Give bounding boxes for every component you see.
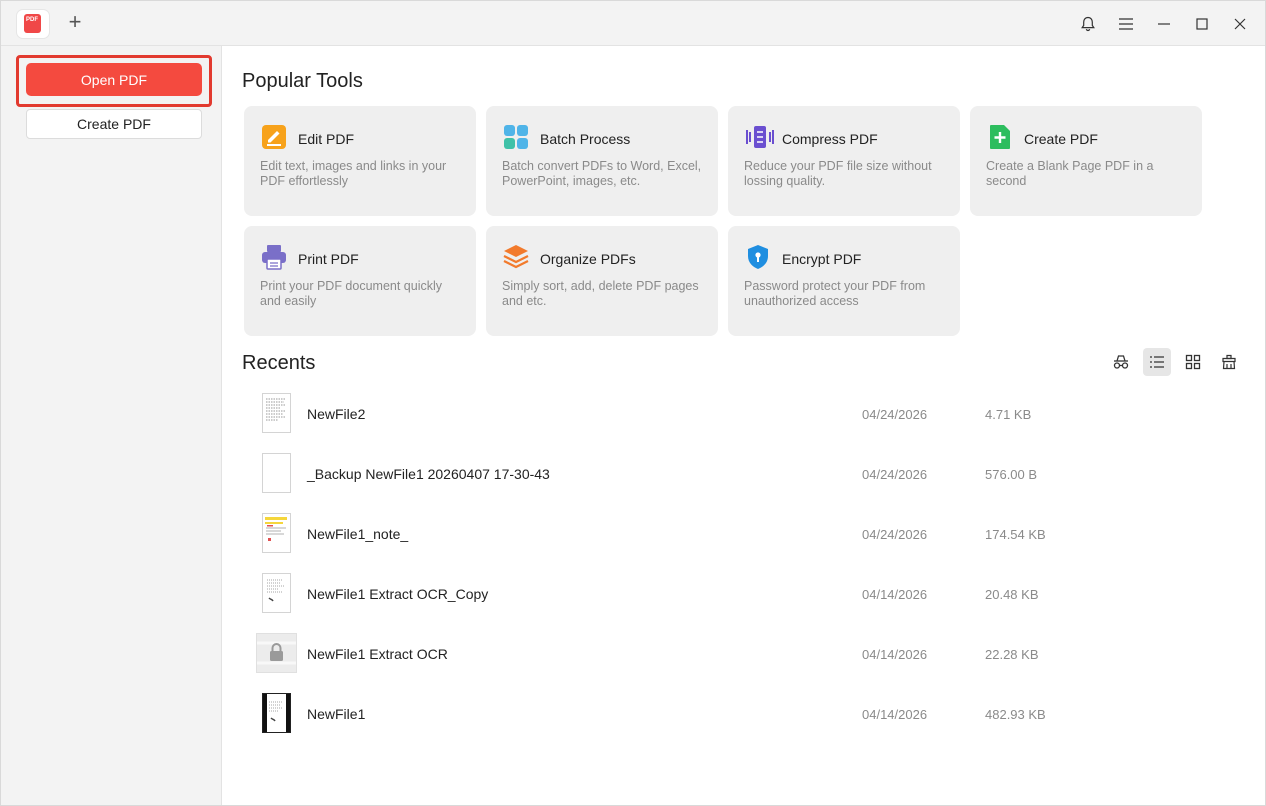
tool-card-encrypt-pdf[interactable]: Encrypt PDF Password protect your PDF fr… (728, 226, 960, 336)
edit-pdf-icon (261, 124, 287, 150)
tool-title: Print PDF (298, 251, 359, 267)
file-thumbnail (262, 393, 291, 433)
logo-text: PDF (26, 17, 38, 23)
open-pdf-button[interactable]: Open PDF (26, 63, 202, 96)
tool-title: Encrypt PDF (782, 251, 862, 267)
tool-desc: Simply sort, add, delete PDF pages and e… (502, 279, 699, 308)
tool-desc: Password protect your PDF from unauthori… (744, 279, 926, 308)
file-date: 04/24/2026 (862, 527, 928, 542)
file-date: 04/14/2026 (862, 587, 928, 602)
organize-pdfs-icon (503, 244, 529, 270)
pdf-logo-icon: PDF (24, 14, 41, 33)
sidebar: Open PDF Create PDF (1, 46, 222, 805)
app-logo: PDF (17, 10, 49, 38)
file-name: NewFile2 (307, 406, 366, 422)
file-thumbnail (262, 513, 291, 553)
batch-process-icon (503, 124, 529, 150)
close-icon[interactable] (1229, 13, 1251, 35)
file-name: _Backup NewFile1 20260407 17-30-43 (307, 466, 550, 482)
file-size: 576.00 B (985, 467, 1038, 482)
tool-desc: Batch convert PDFs to Word, Excel, Power… (502, 159, 702, 188)
file-name: NewFile1 (307, 706, 366, 722)
tool-desc: Create a Blank Page PDF in a second (986, 159, 1154, 188)
file-thumbnail (262, 693, 291, 733)
file-size: 4.71 KB (985, 407, 1032, 422)
minimize-icon[interactable] (1153, 13, 1175, 35)
recent-file-row[interactable]: NewFile2 04/24/2026 4.71 KB (242, 387, 1242, 447)
tool-desc: Print your PDF document quickly and easi… (260, 279, 443, 308)
create-pdf-icon (987, 124, 1013, 150)
tool-title: Organize PDFs (540, 251, 636, 267)
create-pdf-button[interactable]: Create PDF (26, 109, 202, 139)
file-thumbnail (262, 573, 291, 613)
file-size: 174.54 KB (985, 527, 1046, 542)
tool-title: Edit PDF (298, 131, 355, 147)
tool-card-edit-pdf[interactable]: Edit PDF Edit text, images and links in … (244, 106, 476, 216)
recent-file-row[interactable]: NewFile1 04/14/2026 482.93 KB (242, 687, 1242, 747)
menu-icon[interactable] (1115, 13, 1137, 35)
file-name: NewFile1_note_ (307, 526, 409, 542)
tool-card-batch-process[interactable]: Batch Process Batch convert PDFs to Word… (486, 106, 718, 216)
file-size: 20.48 KB (985, 587, 1039, 602)
print-pdf-icon (261, 244, 287, 270)
file-date: 04/24/2026 (862, 467, 928, 482)
popular-tools-heading: Popular Tools (242, 70, 363, 92)
bell-icon[interactable] (1077, 13, 1099, 35)
maximize-icon[interactable] (1191, 13, 1213, 35)
file-size: 22.28 KB (985, 647, 1039, 662)
tool-title: Batch Process (540, 131, 631, 147)
title-bar: PDF + (1, 1, 1265, 46)
recent-file-row[interactable]: _Backup NewFile1 20260407 17-30-43 04/24… (242, 447, 1242, 507)
grid-view-icon[interactable] (1179, 348, 1207, 376)
list-view-icon[interactable] (1143, 348, 1171, 376)
recent-file-row[interactable]: NewFile1 Extract OCR_Copy 04/14/2026 20.… (242, 567, 1242, 627)
tool-card-organize-pdfs[interactable]: Organize PDFs Simply sort, add, delete P… (486, 226, 718, 336)
tool-card-create-pdf[interactable]: Create PDF Create a Blank Page PDF in a … (970, 106, 1202, 216)
file-date: 04/24/2026 (862, 407, 928, 422)
recent-file-row[interactable]: NewFile1_note_ 04/24/2026 174.54 KB (242, 507, 1242, 567)
new-tab-button[interactable]: + (64, 11, 86, 34)
encrypt-pdf-icon (745, 244, 771, 270)
file-thumbnail (262, 453, 291, 493)
file-date: 04/14/2026 (862, 647, 928, 662)
open-pdf-highlight: Open PDF (16, 55, 212, 107)
clear-recents-icon[interactable] (1215, 348, 1243, 376)
tool-title: Create PDF (1024, 131, 1098, 147)
tool-title: Compress PDF (782, 131, 878, 147)
recent-file-row[interactable]: NewFile1 Extract OCR 04/14/2026 22.28 KB (242, 627, 1242, 687)
tool-desc: Reduce your PDF file size without lossin… (744, 159, 932, 188)
file-size: 482.93 KB (985, 707, 1046, 722)
app-window: PDF + Open PDF Create PDF Popular Tools (0, 0, 1266, 806)
file-name: NewFile1 Extract OCR_Copy (307, 586, 489, 602)
tool-desc: Edit text, images and links in your PDF … (260, 159, 447, 188)
tool-card-print-pdf[interactable]: Print PDF Print your PDF document quickl… (244, 226, 476, 336)
file-date: 04/14/2026 (862, 707, 928, 722)
tool-card-compress-pdf[interactable]: Compress PDF Reduce your PDF file size w… (728, 106, 960, 216)
compress-pdf-icon (745, 124, 774, 150)
lock-thumbnail (256, 633, 297, 673)
recents-heading: Recents (242, 352, 316, 374)
incognito-icon[interactable] (1107, 348, 1135, 376)
file-name: NewFile1 Extract OCR (307, 646, 448, 662)
